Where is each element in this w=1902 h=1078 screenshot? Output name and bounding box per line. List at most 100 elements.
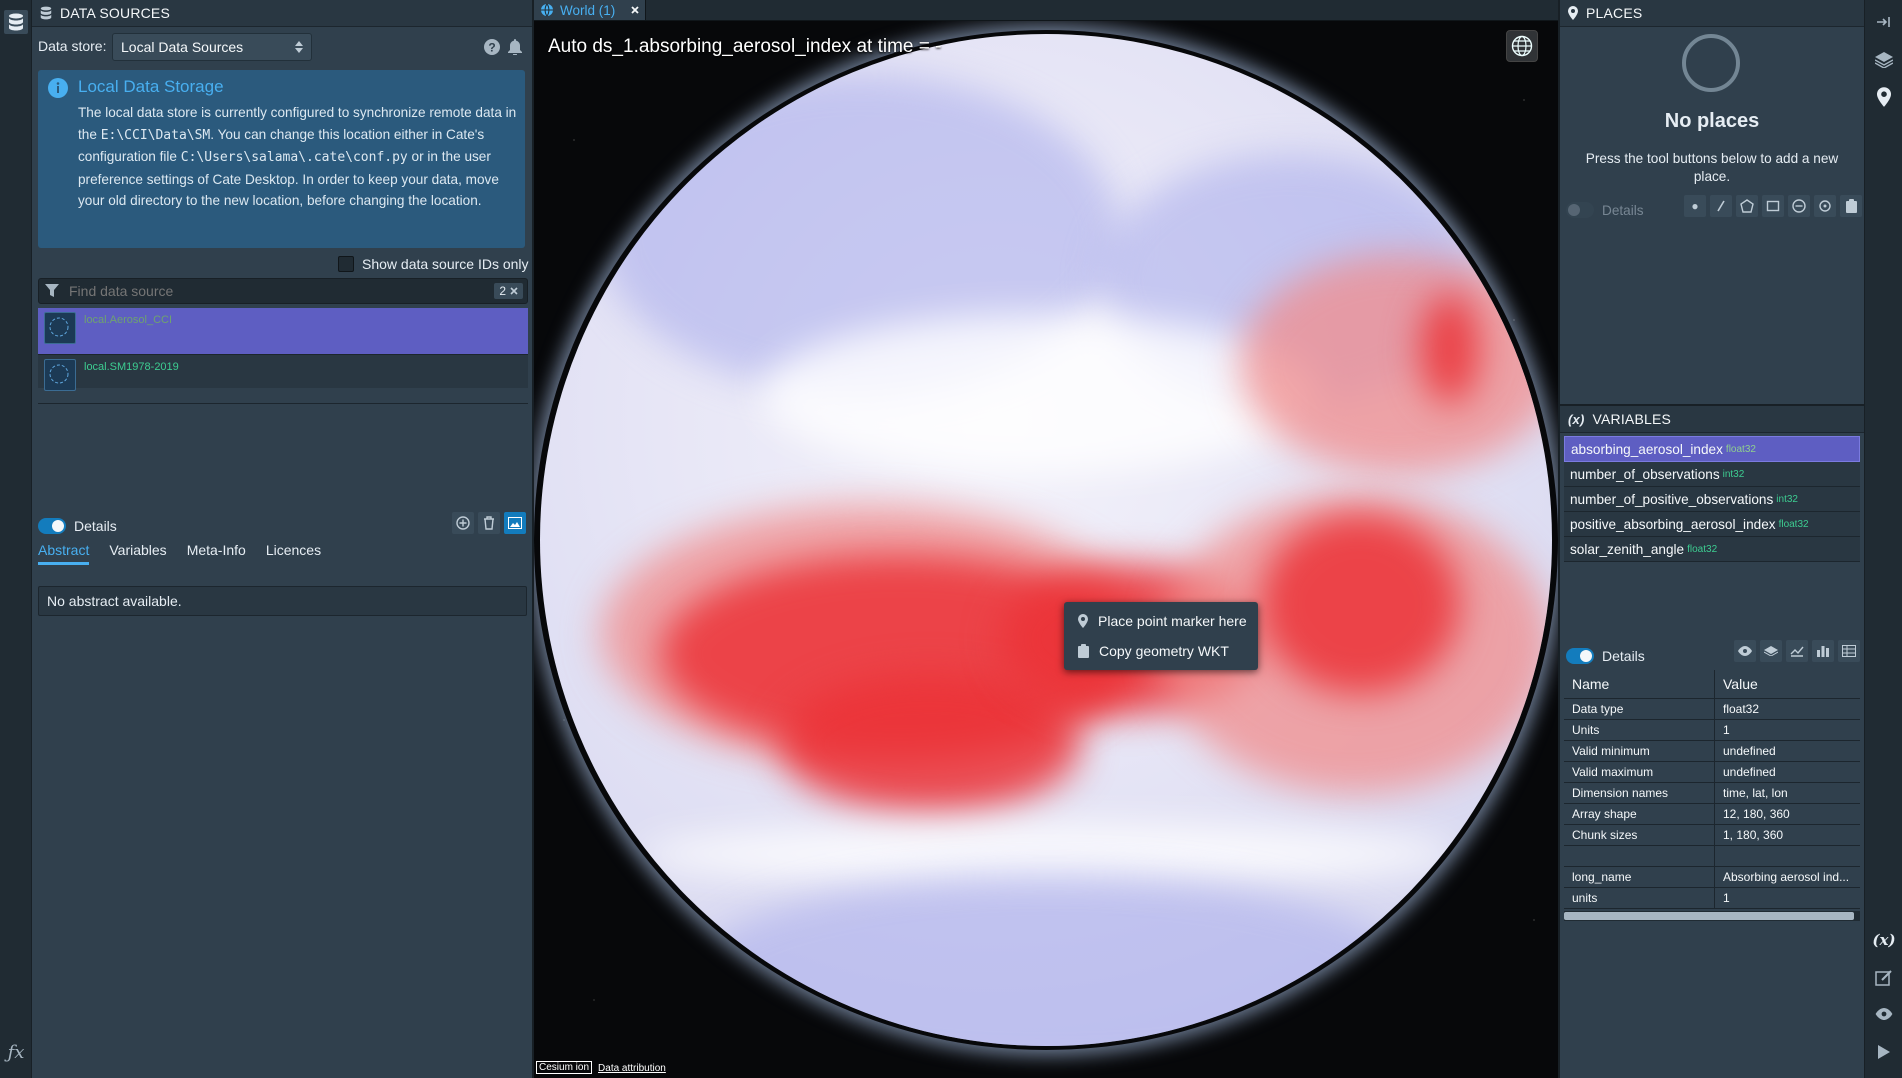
add-dataset-button[interactable] <box>452 512 474 534</box>
clear-icon[interactable] <box>510 287 518 295</box>
variables-toolbar <box>1734 640 1860 662</box>
help-button[interactable]: ? <box>480 35 504 59</box>
list-item[interactable]: local.SM1978-2019 <box>38 355 528 404</box>
property-value: 1 <box>1714 719 1860 741</box>
image-icon <box>508 517 522 529</box>
world-view[interactable]: World (1) Auto ds_1.absorbing_aerosol_in… <box>534 0 1558 1078</box>
add-box-button[interactable] <box>1762 195 1784 217</box>
property-value: 1, 180, 360 <box>1714 824 1860 846</box>
places-details-toggle[interactable]: Details <box>1566 202 1644 218</box>
eye-icon <box>1738 646 1752 656</box>
menu-item-copy-wkt[interactable]: Copy geometry WKT <box>1064 636 1258 666</box>
table-row: Array shape 12, 180, 360 <box>1564 803 1860 825</box>
white-patch <box>760 314 1320 474</box>
copy-place-button[interactable] <box>1840 195 1862 217</box>
data-source-list: local.Aerosol_CCI local.SM1978-2019 <box>38 308 528 404</box>
variable-icon[interactable]: (x) <box>1872 928 1896 952</box>
details-switch[interactable] <box>38 518 66 534</box>
panel-title: DATA SOURCES <box>60 5 171 21</box>
bar-chart-icon <box>1816 645 1830 657</box>
function-icon[interactable]: ƒx <box>4 1040 28 1064</box>
search-input[interactable] <box>67 282 495 300</box>
help-icon: ? <box>484 39 500 55</box>
details-switch[interactable] <box>1566 648 1594 664</box>
property-name: Dimension names <box>1564 782 1715 804</box>
data-store-select[interactable]: Local Data Sources <box>112 33 312 61</box>
variable-type: int32 <box>1776 493 1798 505</box>
property-name: Data type <box>1564 698 1715 720</box>
show-ids-checkbox[interactable]: Show data source IDs only <box>338 256 529 272</box>
data-store-label: Data store: <box>38 38 107 54</box>
globe[interactable] <box>540 34 1552 1046</box>
right-activity-bar: (x) <box>1864 0 1902 1078</box>
empty-state-title: No places <box>1664 110 1760 132</box>
menu-item-place-marker[interactable]: Place point marker here <box>1064 606 1258 636</box>
collapse-icon[interactable] <box>1872 10 1896 34</box>
checkbox-box[interactable] <box>338 256 354 272</box>
list-item[interactable]: solar_zenith_angle float32 <box>1564 537 1860 562</box>
property-value: undefined <box>1714 761 1860 783</box>
edit-icon[interactable] <box>1872 966 1896 990</box>
list-item[interactable]: number_of_positive_observations int32 <box>1564 487 1860 512</box>
cesium-ion-logo[interactable]: Cesium ion <box>536 1061 593 1074</box>
scrollbar-thumb[interactable] <box>1564 912 1854 920</box>
list-item[interactable]: number_of_observations int32 <box>1564 462 1860 487</box>
data-store-value: Local Data Sources <box>121 39 244 55</box>
table-icon <box>1842 645 1856 657</box>
remove-place-button[interactable] <box>1788 195 1810 217</box>
list-item[interactable]: absorbing_aerosol_index float32 <box>1564 436 1860 462</box>
close-icon[interactable] <box>631 6 639 14</box>
histogram-button[interactable] <box>1812 640 1834 662</box>
clipboard-icon <box>1078 644 1089 658</box>
clipboard-icon <box>1845 199 1857 213</box>
details-switch[interactable] <box>1566 202 1594 218</box>
trash-icon <box>483 516 495 530</box>
list-item[interactable]: positive_absorbing_aerosol_index float32 <box>1564 512 1860 537</box>
map-marker-icon[interactable] <box>1872 85 1896 109</box>
map-marker-icon <box>1568 6 1578 20</box>
property-name: Array shape <box>1564 803 1715 825</box>
panel-title: VARIABLES <box>1592 411 1672 427</box>
data-source-search[interactable]: 2 <box>38 278 528 304</box>
line-icon <box>1716 200 1726 212</box>
result-count-tag[interactable]: 2 <box>494 283 523 299</box>
tab-licences[interactable]: Licences <box>266 542 321 565</box>
timeseries-button[interactable] <box>1786 640 1808 662</box>
variable-type: int32 <box>1722 468 1745 480</box>
tab-world[interactable]: World (1) <box>534 0 647 20</box>
locate-place-button[interactable] <box>1814 195 1836 217</box>
scene-mode-button[interactable] <box>1506 30 1538 62</box>
variables-details-toggle[interactable]: Details <box>1566 648 1645 664</box>
tab-abstract[interactable]: Abstract <box>38 542 90 565</box>
add-point-button[interactable]: ● <box>1684 195 1706 217</box>
details-toggle[interactable]: Details <box>38 518 117 534</box>
notifications-button[interactable] <box>503 35 527 59</box>
polygon-icon <box>1740 199 1754 213</box>
property-value <box>1714 845 1860 867</box>
layers-icon[interactable] <box>1872 48 1896 72</box>
add-line-button[interactable] <box>1710 195 1732 217</box>
list-item[interactable]: local.Aerosol_CCI <box>38 308 528 355</box>
callout-body: The local data store is currently config… <box>78 105 517 208</box>
table-view-button[interactable] <box>1838 640 1860 662</box>
details-label: Details <box>1602 202 1644 218</box>
tab-variables[interactable]: Variables <box>109 542 166 565</box>
left-activity-bar: ƒx <box>0 0 32 1078</box>
panel-title: PLACES <box>1586 5 1643 21</box>
variable-type: float32 <box>1687 543 1718 555</box>
double-caret-icon <box>295 41 303 53</box>
places-panel: PLACES No places Press the tool buttons … <box>1560 0 1864 400</box>
data-attribution-link[interactable]: Data attribution <box>598 1063 666 1074</box>
database-icon[interactable] <box>4 10 28 34</box>
add-layer-button[interactable] <box>1760 640 1782 662</box>
play-icon[interactable] <box>1872 1040 1896 1064</box>
toggle-visibility-button[interactable] <box>1734 640 1756 662</box>
add-polygon-button[interactable] <box>1736 195 1758 217</box>
table-row: Units 1 <box>1564 719 1860 741</box>
tab-meta-info[interactable]: Meta-Info <box>187 542 246 565</box>
open-dataset-button[interactable] <box>504 512 526 534</box>
horizontal-scrollbar[interactable] <box>1564 911 1860 921</box>
view-tab-bar: World (1) <box>534 0 1558 21</box>
eye-icon[interactable] <box>1872 1002 1896 1026</box>
delete-button[interactable] <box>478 512 500 534</box>
